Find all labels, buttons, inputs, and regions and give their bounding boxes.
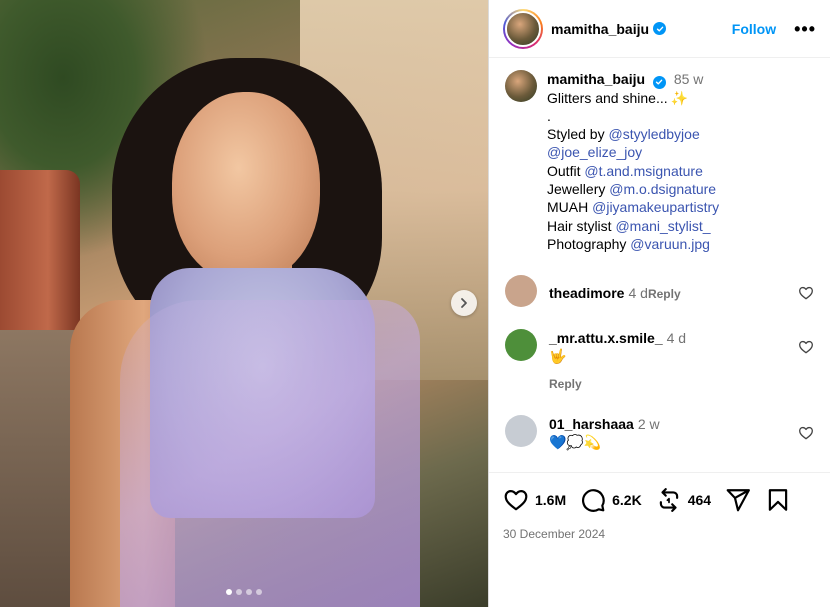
caption-username[interactable]: mamitha_baiju — [547, 71, 645, 87]
caption-emoji: ✨ — [670, 89, 689, 106]
caption-line: Jewellery @m.o.dsignature — [547, 180, 719, 198]
carousel-dot — [256, 589, 262, 595]
caption-line-text: MUAH — [547, 199, 593, 216]
commenter-username[interactable]: theadimore — [549, 285, 624, 301]
comment-like-heart-icon[interactable] — [798, 425, 814, 441]
verified-badge-icon — [652, 75, 666, 89]
author-avatar[interactable] — [503, 8, 543, 49]
reply-button[interactable]: Reply — [648, 285, 681, 303]
post-photo[interactable] — [0, 0, 488, 607]
commenter-avatar[interactable] — [505, 415, 537, 448]
like-button[interactable]: 1.6M — [503, 487, 566, 513]
comment-text: 🤟 — [549, 348, 567, 365]
comment-body: 01_harshaaa 2 w 💙💭💫 — [549, 415, 814, 451]
comment-icon — [582, 489, 605, 512]
comment-text: 💙💭💫 — [549, 434, 602, 451]
post-header: mamitha_baiju Follow ••• — [489, 0, 830, 58]
comment-like-heart-icon[interactable] — [798, 285, 814, 301]
mention-link[interactable]: @styyledbyjoe — [608, 126, 699, 142]
photo-pot — [0, 170, 80, 340]
carousel-dot — [246, 589, 252, 595]
mention-link[interactable]: @jiyamakeupartistry — [592, 199, 719, 215]
caption-line: . — [547, 107, 719, 125]
carousel-dot — [226, 589, 232, 595]
caption-line-text: . — [547, 107, 551, 124]
caption-avatar[interactable] — [505, 70, 537, 102]
caption-line-text: Glitters and shine... — [547, 89, 668, 106]
comment-time: 4 d — [666, 330, 687, 347]
post-side-panel: mamitha_baiju Follow ••• mamitha_baiju 8… — [488, 0, 830, 607]
send-icon — [726, 489, 750, 512]
commenter-username[interactable]: _mr.attu.x.smile_ — [549, 330, 663, 346]
mention-link[interactable]: @t.and.msignature — [584, 163, 703, 179]
bookmark-icon — [768, 489, 788, 511]
photo-saree — [120, 300, 420, 607]
comment-body: _mr.attu.x.smile_ 4 d 🤟 Reply — [549, 329, 814, 393]
comment-time: 2 w — [637, 416, 660, 433]
caption-line-text: Hair stylist — [547, 217, 616, 234]
author-username[interactable]: mamitha_baiju — [551, 21, 649, 37]
caption-time: 85 w — [673, 71, 704, 87]
comment-item: theadimore 4 dReply — [505, 275, 814, 308]
follow-button[interactable]: Follow — [732, 21, 776, 37]
caption-text: Glitters and shine... ✨. Styled by @styyle… — [547, 89, 719, 254]
post-actions: 1.6M 6.2K 464 30 December 2024 — [489, 472, 830, 607]
repost-icon — [659, 488, 678, 512]
comment-like-heart-icon[interactable] — [798, 339, 814, 355]
caption-line: Styled by @styyledbyjoe — [547, 125, 719, 143]
comment-time: 4 d — [628, 285, 648, 302]
comment-item: _mr.attu.x.smile_ 4 d 🤟 Reply — [505, 329, 814, 393]
comment-body: theadimore 4 dReply — [549, 275, 814, 307]
chevron-right-icon — [461, 298, 467, 308]
caption-line-text: Outfit — [547, 162, 585, 179]
caption-line: Photography @varuun.jpg — [547, 235, 719, 253]
mention-link[interactable]: @joe_elize_joy — [547, 144, 642, 160]
heart-icon — [504, 490, 528, 511]
commenter-avatar[interactable] — [505, 329, 537, 362]
save-button[interactable] — [765, 487, 791, 513]
next-slide-button[interactable] — [451, 290, 477, 316]
photo-face — [172, 92, 320, 282]
caption-line: Outfit @t.and.msignature — [547, 162, 719, 180]
verified-badge-icon — [653, 22, 667, 35]
caption-line-text: Jewellery — [547, 180, 610, 197]
reply-button[interactable]: Reply — [549, 375, 582, 393]
likes-count: 1.6M — [535, 492, 567, 508]
caption-line: Glitters and shine... ✨ — [547, 89, 719, 107]
carousel-dots — [0, 589, 488, 595]
caption: mamitha_baiju 85 w Glitters and shine...… — [505, 70, 814, 253]
caption-body: mamitha_baiju 85 w Glitters and shine...… — [547, 70, 719, 253]
commenter-avatar[interactable] — [505, 275, 537, 308]
comments-count: 6.2K — [612, 492, 642, 508]
comment-item: 01_harshaaa 2 w 💙💭💫 — [505, 415, 814, 451]
caption-line-text: Photography — [547, 235, 631, 252]
more-options-icon[interactable]: ••• — [794, 20, 816, 38]
caption-line: MUAH @jiyamakeupartistry — [547, 198, 719, 216]
repost-button[interactable]: 464 — [656, 487, 711, 513]
caption-line: @joe_elize_joy — [547, 143, 719, 161]
comment-button[interactable]: 6.2K — [580, 487, 642, 513]
post-date: 30 December 2024 — [503, 527, 606, 541]
comments-list[interactable]: mamitha_baiju 85 w Glitters and shine...… — [489, 58, 830, 472]
mention-link[interactable]: @varuun.jpg — [630, 236, 710, 252]
caption-line: Hair stylist @mani_stylist_ — [547, 217, 719, 235]
mention-link[interactable]: @m.o.dsignature — [609, 181, 716, 197]
carousel-dot — [236, 589, 242, 595]
caption-line-text: Styled by — [547, 126, 609, 143]
share-button[interactable] — [725, 487, 751, 513]
mention-link[interactable]: @mani_stylist_ — [615, 218, 710, 234]
commenter-username[interactable]: 01_harshaaa — [549, 416, 634, 432]
reposts-count: 464 — [687, 492, 712, 508]
